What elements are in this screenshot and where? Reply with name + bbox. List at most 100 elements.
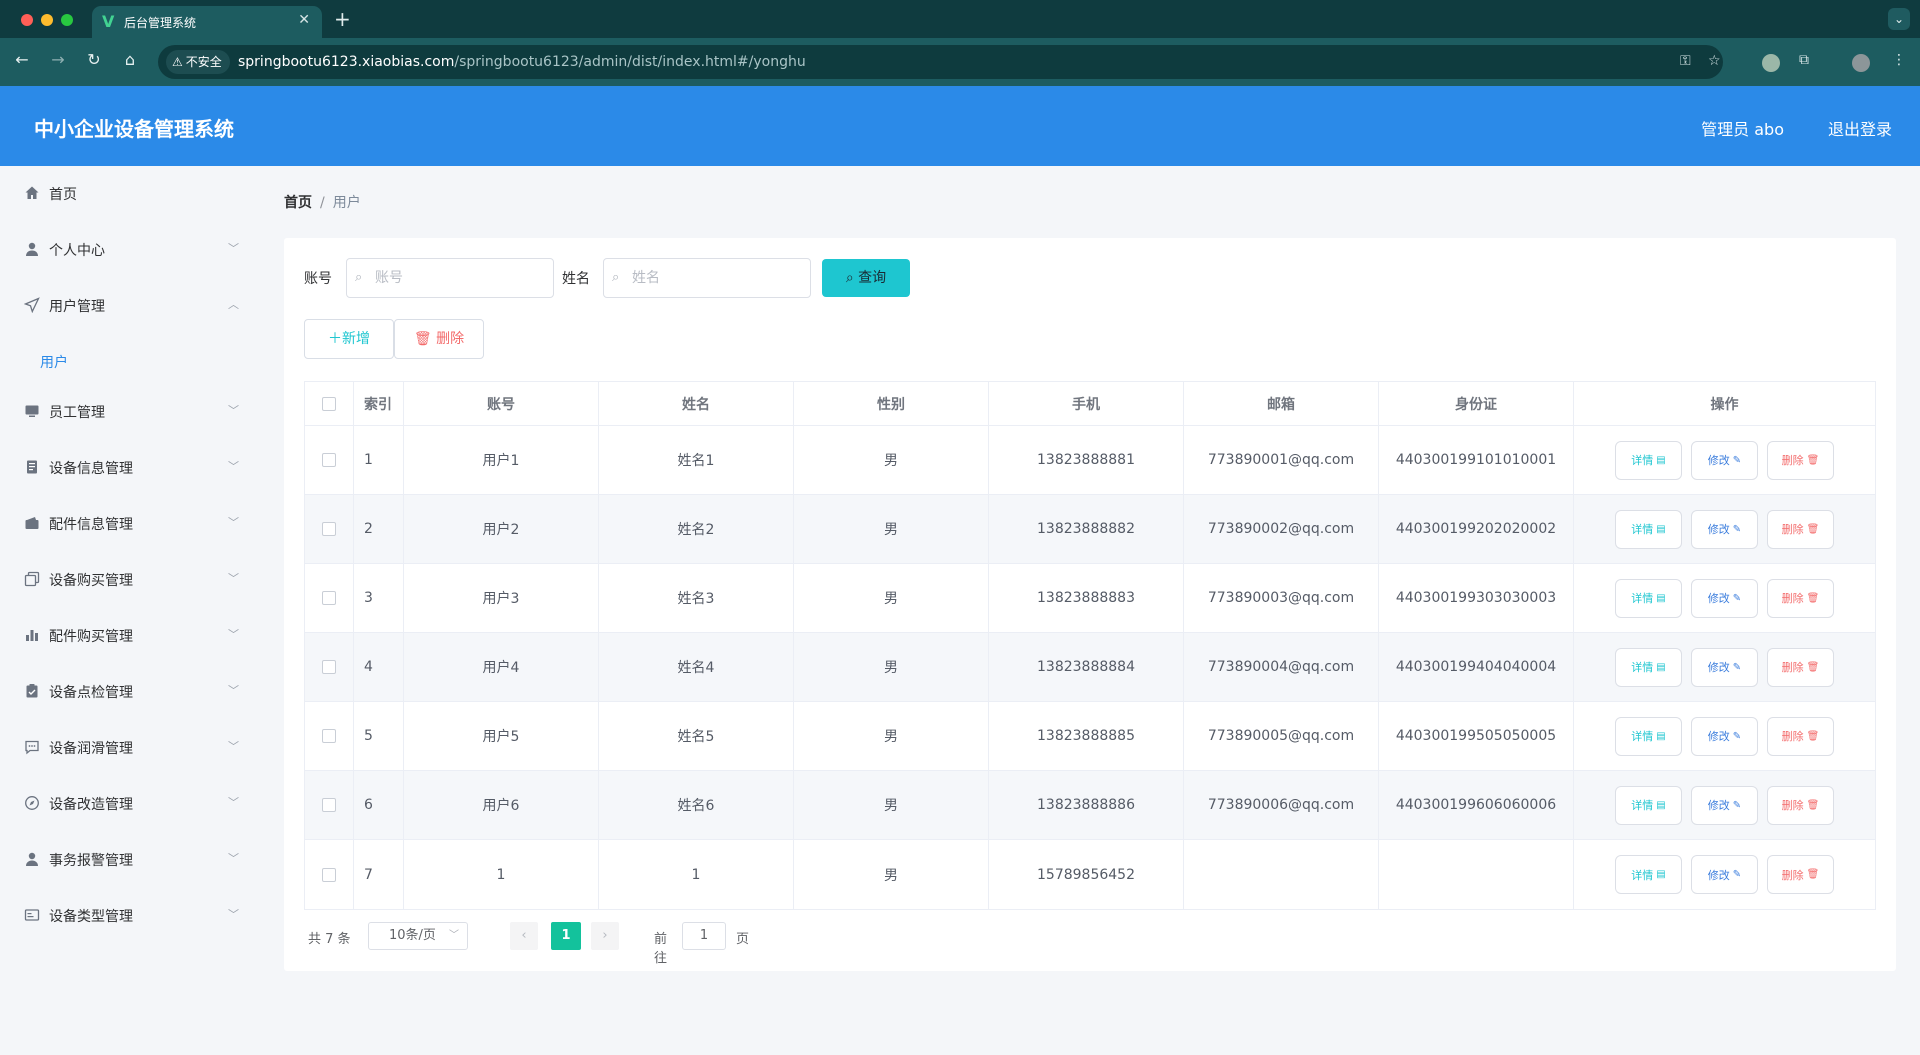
name-search-field[interactable]: ⌕	[603, 258, 811, 298]
name-input[interactable]	[632, 268, 792, 288]
chevron-down-icon: ﹀	[228, 684, 239, 697]
next-page-button[interactable]: ›	[591, 922, 619, 950]
back-icon[interactable]: ←	[10, 50, 34, 69]
browser-tab[interactable]: V 后台管理系统 ✕	[92, 6, 322, 38]
header-phone: 手机	[989, 382, 1184, 425]
more-menu-icon[interactable]: ⋮	[1892, 52, 1906, 68]
select-all-checkbox[interactable]	[322, 396, 336, 411]
sidebar-item-device-renovation[interactable]: 设备改造管理 ﹀	[0, 776, 258, 832]
edit-button[interactable]: 修改 ✎	[1691, 509, 1758, 549]
delete-row-button-label: 删除	[1781, 868, 1804, 882]
query-button-label: 查询	[858, 270, 887, 286]
sidebar-item-users[interactable]: 用户	[0, 334, 258, 384]
sidebar-item-alarm-management[interactable]: 事务报警管理 ﹀	[0, 832, 258, 888]
sidebar-item-device-type[interactable]: 设备类型管理 ﹀	[0, 888, 258, 944]
account-search-field[interactable]: ⌕	[346, 258, 554, 298]
account-input[interactable]	[375, 268, 535, 288]
sidebar-item-device-info[interactable]: 设备信息管理 ﹀	[0, 440, 258, 496]
delete-row-button[interactable]: 删除 🗑	[1767, 716, 1834, 756]
sidebar-item-device-inspection[interactable]: 设备点检管理 ﹀	[0, 664, 258, 720]
header-account: 账号	[404, 382, 599, 425]
edit-button-label: 修改	[1707, 523, 1730, 536]
delete-row-button[interactable]: 删除 🗑	[1767, 440, 1834, 480]
detail-button[interactable]: 详情 ▤	[1615, 785, 1682, 825]
puzzle-icon[interactable]: ⧉	[1799, 52, 1809, 68]
breadcrumb-home[interactable]: 首页	[284, 195, 312, 211]
row-checkbox[interactable]	[322, 453, 336, 467]
breadcrumb-current: 用户	[332, 195, 361, 211]
detail-button[interactable]: 详情 ▤	[1615, 647, 1682, 687]
sidebar-item-device-lubrication[interactable]: 设备润滑管理 ﹀	[0, 720, 258, 776]
key-icon[interactable]: ⚿	[1680, 53, 1691, 69]
minimize-window-button[interactable]	[41, 14, 53, 26]
sidebar-item-personal-center[interactable]: 个人中心 ﹀	[0, 222, 258, 278]
close-tab-icon[interactable]: ✕	[298, 12, 310, 28]
address-bar[interactable]: ⚠ 不安全 springbootu6123.xiaobias.com/spring…	[158, 45, 1723, 79]
row-checkbox[interactable]	[322, 867, 336, 882]
delete-row-button[interactable]: 删除 🗑	[1767, 855, 1834, 894]
detail-button[interactable]: 详情 ▤	[1615, 578, 1682, 618]
star-icon[interactable]: ☆	[1708, 53, 1721, 69]
tab-search-icon[interactable]: ⌄	[1888, 8, 1910, 30]
page-size-select[interactable]: 10条/页 ﹀	[368, 922, 468, 950]
cell-gender: 男	[794, 840, 989, 909]
row-checkbox[interactable]	[322, 522, 336, 536]
new-tab-icon[interactable]: +	[334, 7, 351, 31]
sidebar-item-parts-purchase[interactable]: 配件购买管理 ﹀	[0, 608, 258, 664]
delete-row-button[interactable]: 删除 🗑	[1767, 509, 1834, 549]
sidebar-item-home[interactable]: 首页	[0, 166, 258, 222]
row-checkbox[interactable]	[322, 660, 336, 674]
forward-icon[interactable]: →	[46, 50, 70, 69]
document-icon: ▤	[1656, 730, 1666, 742]
query-button[interactable]: ⌕ 查询	[822, 259, 910, 297]
detail-button[interactable]: 详情 ▤	[1615, 716, 1682, 756]
row-checkbox[interactable]	[322, 798, 336, 812]
sidebar-item-staff-management[interactable]: 员工管理 ﹀	[0, 384, 258, 440]
cell-actions: 详情 ▤ 修改 ✎ 删除 🗑	[1574, 564, 1875, 632]
delete-row-button[interactable]: 删除 🗑	[1767, 785, 1834, 825]
cell-email: 773890003@qq.com	[1184, 564, 1379, 632]
cell-gender: 男	[794, 564, 989, 632]
url-text[interactable]: springbootu6123.xiaobias.com/springbootu…	[238, 54, 806, 70]
batch-delete-button[interactable]: 🗑 删除	[394, 319, 484, 359]
delete-row-button[interactable]: 删除 🗑	[1767, 647, 1834, 687]
table-row: 6 用户6 姓名6 男 13823888886 773890006@qq.com 44030…	[305, 771, 1875, 840]
row-checkbox[interactable]	[322, 591, 336, 605]
cell-email: 773890001@qq.com	[1184, 426, 1379, 494]
sidebar-item-label: 员工管理	[49, 405, 105, 421]
maximize-window-button[interactable]	[61, 14, 73, 26]
delete-row-button[interactable]: 删除 🗑	[1767, 578, 1834, 618]
page-number-current[interactable]: 1	[551, 922, 581, 950]
edit-button[interactable]: 修改 ✎	[1691, 785, 1758, 825]
profile-avatar-icon[interactable]	[1852, 54, 1870, 72]
close-window-button[interactable]	[21, 14, 33, 26]
row-checkbox[interactable]	[322, 729, 336, 743]
delete-row-button-label: 删除	[1781, 799, 1804, 812]
reload-icon[interactable]: ↻	[82, 50, 106, 69]
sidebar-item-user-management[interactable]: 用户管理 ︿	[0, 278, 258, 334]
security-badge[interactable]: ⚠ 不安全	[166, 50, 230, 74]
edit-button[interactable]: 修改 ✎	[1691, 855, 1758, 894]
cell-phone: 13823888882	[989, 495, 1184, 563]
table-header-row: 索引 账号 姓名 性别 手机 邮箱 身份证 操作	[305, 382, 1875, 426]
row-checkbox-cell	[305, 495, 354, 563]
prev-page-button[interactable]: ‹	[510, 922, 538, 950]
home-icon[interactable]: ⌂	[118, 50, 142, 69]
logout-link[interactable]: 退出登录	[1828, 116, 1892, 140]
edit-button[interactable]: 修改 ✎	[1691, 647, 1758, 687]
detail-button[interactable]: 详情 ▤	[1615, 509, 1682, 549]
extension-icon[interactable]	[1762, 54, 1780, 72]
detail-button[interactable]: 详情 ▤	[1615, 855, 1682, 894]
sidebar-item-parts-info[interactable]: 配件信息管理 ﹀	[0, 496, 258, 552]
page-size-value: 10条/页	[389, 928, 436, 943]
row-checkbox-cell	[305, 633, 354, 701]
edit-button[interactable]: 修改 ✎	[1691, 440, 1758, 480]
edit-button[interactable]: 修改 ✎	[1691, 716, 1758, 756]
sidebar-item-device-purchase[interactable]: 设备购买管理 ﹀	[0, 552, 258, 608]
cell-account: 用户3	[404, 564, 599, 632]
add-button[interactable]: ＋新增	[304, 319, 394, 359]
edit-button[interactable]: 修改 ✎	[1691, 578, 1758, 618]
detail-button[interactable]: 详情 ▤	[1615, 440, 1682, 480]
page-jump-input[interactable]: 1	[682, 922, 726, 950]
chevron-down-icon: ﹀	[228, 242, 239, 255]
